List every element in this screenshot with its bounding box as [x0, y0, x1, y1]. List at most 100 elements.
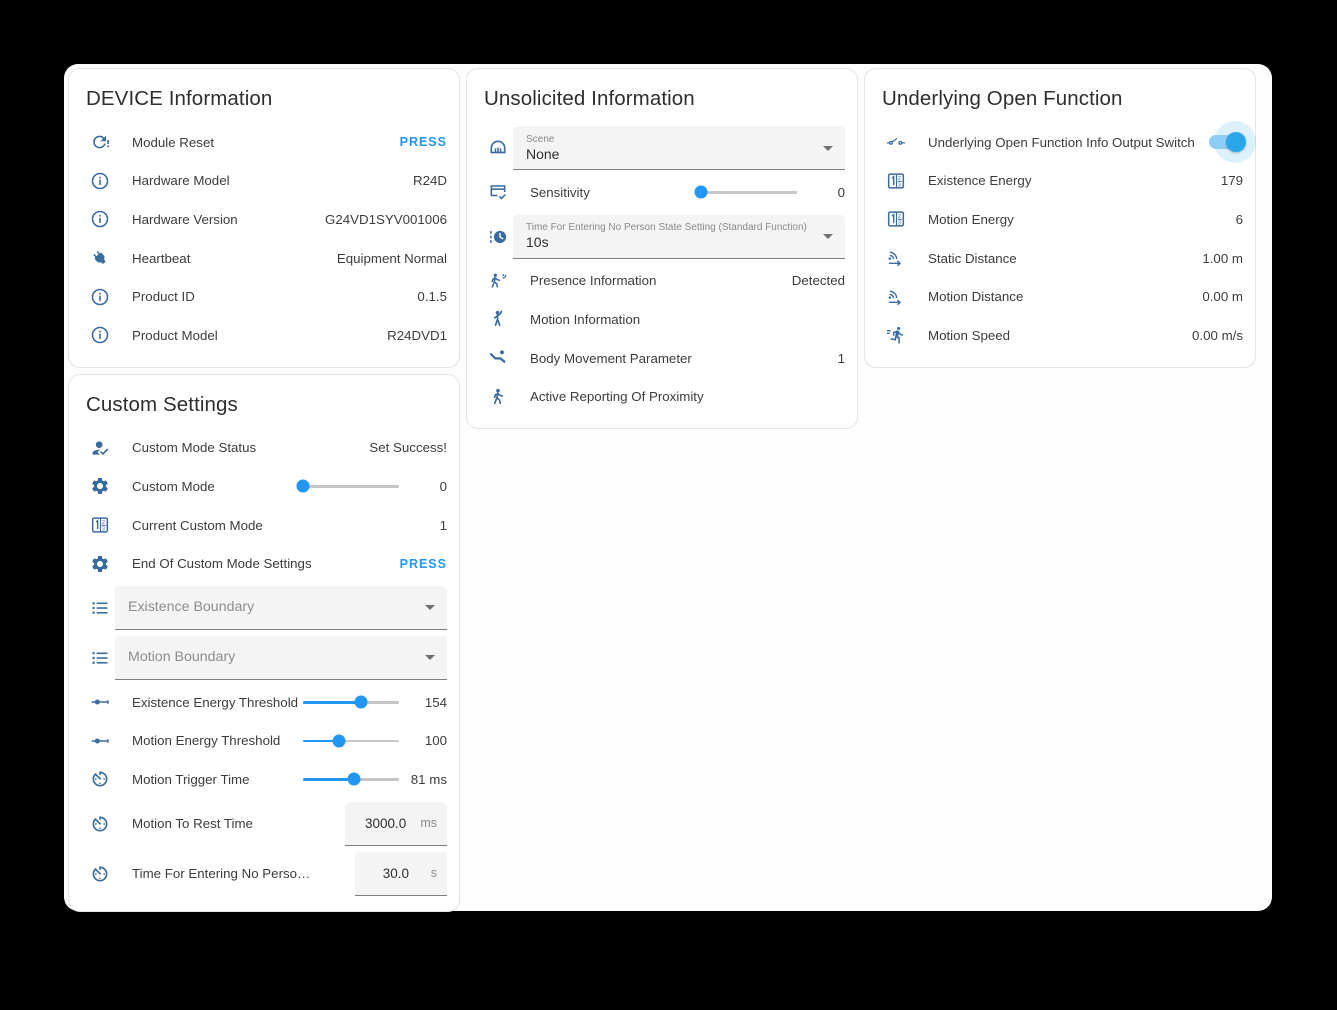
product-model-value: R24DVD1	[387, 328, 447, 343]
existence-energy-threshold-slider[interactable]	[303, 694, 399, 710]
row-no-person-state-select: Time For Entering No Person State Settin…	[467, 212, 857, 262]
unsolicited-info-title: Unsolicited Information	[484, 85, 857, 113]
custom-settings-title: Custom Settings	[86, 391, 459, 419]
row-scene: Scene None	[467, 123, 857, 173]
presence-information-label: Presence Information	[530, 273, 792, 288]
column-1: DEVICE Information Module Reset PRESS Ha…	[68, 68, 460, 912]
person-check-icon	[90, 438, 110, 458]
heartbeat-value: Equipment Normal	[337, 251, 447, 266]
info-icon	[90, 209, 110, 229]
running-person-icon	[886, 325, 906, 345]
row-motion-information: Motion Information	[467, 300, 857, 339]
module-reset-press-button[interactable]: PRESS	[400, 135, 447, 149]
motion-to-rest-time-value: 3000.0	[355, 816, 416, 831]
motion-boundary-select[interactable]: Motion Boundary	[115, 636, 447, 680]
output-switch-toggle[interactable]	[1209, 132, 1243, 152]
custom-settings-card: Custom Settings Custom Mode Status Set S…	[68, 374, 460, 912]
dropdown-caret-icon	[823, 146, 833, 151]
rule-check-icon	[488, 182, 508, 202]
slider-thumb[interactable]	[297, 480, 310, 493]
existence-boundary-select[interactable]: Existence Boundary	[115, 586, 447, 630]
motion-to-rest-time-label: Motion To Rest Time	[132, 816, 345, 831]
row-end-of-custom-mode: End Of Custom Mode Settings PRESS	[69, 544, 459, 583]
body-movement-value: 1	[838, 351, 845, 366]
recline-person-icon	[488, 348, 508, 368]
dropdown-caret-icon	[425, 655, 435, 660]
end-of-custom-mode-label: End Of Custom Mode Settings	[132, 556, 400, 571]
scene-select[interactable]: Scene None	[513, 126, 845, 170]
no-person-time-label: Time For Entering No Perso…	[132, 866, 355, 881]
motion-boundary-label: Motion Boundary	[128, 649, 417, 665]
row-current-custom-mode: Current Custom Mode 1	[69, 506, 459, 545]
raised-arm-person-icon	[488, 309, 508, 329]
row-module-reset: Module Reset PRESS	[69, 123, 459, 162]
slider-thumb[interactable]	[695, 186, 708, 199]
module-reset-label: Module Reset	[132, 135, 400, 150]
no-person-state-select[interactable]: Time For Entering No Person State Settin…	[513, 215, 845, 259]
row-output-switch: Underlying Open Function Info Output Swi…	[865, 123, 1255, 162]
sensitivity-label: Sensitivity	[530, 185, 701, 200]
row-motion-energy: Motion Energy 6	[865, 200, 1255, 239]
product-id-label: Product ID	[132, 289, 417, 304]
existence-energy-threshold-label: Existence Energy Threshold	[132, 695, 303, 710]
underlying-open-function-card: Underlying Open Function Underlying Open…	[864, 68, 1256, 368]
motion-trigger-time-value: 81 ms	[399, 772, 447, 787]
motion-trigger-time-slider[interactable]	[303, 771, 399, 787]
motion-energy-threshold-label: Motion Energy Threshold	[132, 733, 303, 748]
hardware-model-value: R24D	[413, 173, 447, 188]
product-id-value: 0.1.5	[417, 289, 447, 304]
row-no-person-time: Time For Entering No Perso… 30.0 s	[69, 849, 459, 899]
product-model-label: Product Model	[132, 328, 387, 343]
no-person-state-select-label: Time For Entering No Person State Settin…	[526, 221, 815, 234]
slider-thumb[interactable]	[333, 734, 346, 747]
slider-fill	[303, 701, 361, 704]
existence-energy-value: 179	[1221, 173, 1243, 188]
row-body-movement: Body Movement Parameter 1	[467, 339, 857, 378]
row-motion-trigger-time: Motion Trigger Time 81 ms	[69, 760, 459, 799]
custom-mode-status-value: Set Success!	[369, 440, 447, 455]
numeric-box-icon	[886, 171, 906, 191]
row-motion-boundary: Motion Boundary	[69, 633, 459, 683]
slider-icon	[90, 731, 110, 751]
dome-icon	[488, 138, 508, 158]
no-person-time-input[interactable]: 30.0 s	[355, 852, 447, 896]
column-3: Underlying Open Function Underlying Open…	[864, 68, 1256, 368]
row-motion-speed: Motion Speed 0.00 m/s	[865, 316, 1255, 355]
motion-distance-label: Motion Distance	[928, 289, 1202, 304]
gear-icon	[90, 554, 110, 574]
row-motion-energy-threshold: Motion Energy Threshold 100	[69, 722, 459, 761]
custom-mode-slider[interactable]	[303, 478, 399, 494]
row-motion-distance: Motion Distance 0.00 m	[865, 277, 1255, 316]
end-of-custom-mode-press-button[interactable]: PRESS	[400, 557, 447, 571]
slider-track	[701, 191, 797, 194]
motion-energy-threshold-slider[interactable]	[303, 733, 399, 749]
gear-icon	[90, 476, 110, 496]
sensitivity-value: 0	[797, 185, 845, 200]
slider-thumb[interactable]	[347, 773, 360, 786]
motion-to-rest-time-input[interactable]: 3000.0 ms	[345, 802, 447, 846]
device-info-card: DEVICE Information Module Reset PRESS Ha…	[68, 68, 460, 368]
column-2: Unsolicited Information Scene None Sensi…	[466, 68, 858, 429]
existence-energy-threshold-value: 154	[399, 695, 447, 710]
timer-icon	[90, 864, 110, 884]
underlying-open-function-title: Underlying Open Function	[882, 85, 1255, 113]
row-hardware-version: Hardware Version G24VD1SYV001006	[69, 200, 459, 239]
timer-icon	[90, 769, 110, 789]
sensitivity-slider[interactable]	[701, 184, 797, 200]
reset-icon	[90, 132, 110, 152]
app-surface: DEVICE Information Module Reset PRESS Ha…	[64, 64, 1272, 911]
walking-person-icon	[488, 387, 508, 407]
row-heartbeat: Heartbeat Equipment Normal	[69, 239, 459, 278]
no-person-time-unit: s	[431, 866, 437, 880]
presence-information-value: Detected	[792, 273, 845, 288]
switch-icon	[886, 132, 906, 152]
motion-energy-label: Motion Energy	[928, 212, 1236, 227]
slider-thumb[interactable]	[354, 696, 367, 709]
existence-energy-label: Existence Energy	[928, 173, 1221, 188]
row-hardware-model: Hardware Model R24D	[69, 162, 459, 201]
row-presence-information: Presence Information Detected	[467, 262, 857, 301]
motion-information-label: Motion Information	[530, 312, 845, 327]
static-distance-label: Static Distance	[928, 251, 1202, 266]
row-existence-energy-threshold: Existence Energy Threshold 154	[69, 683, 459, 722]
current-custom-mode-value: 1	[440, 518, 447, 533]
